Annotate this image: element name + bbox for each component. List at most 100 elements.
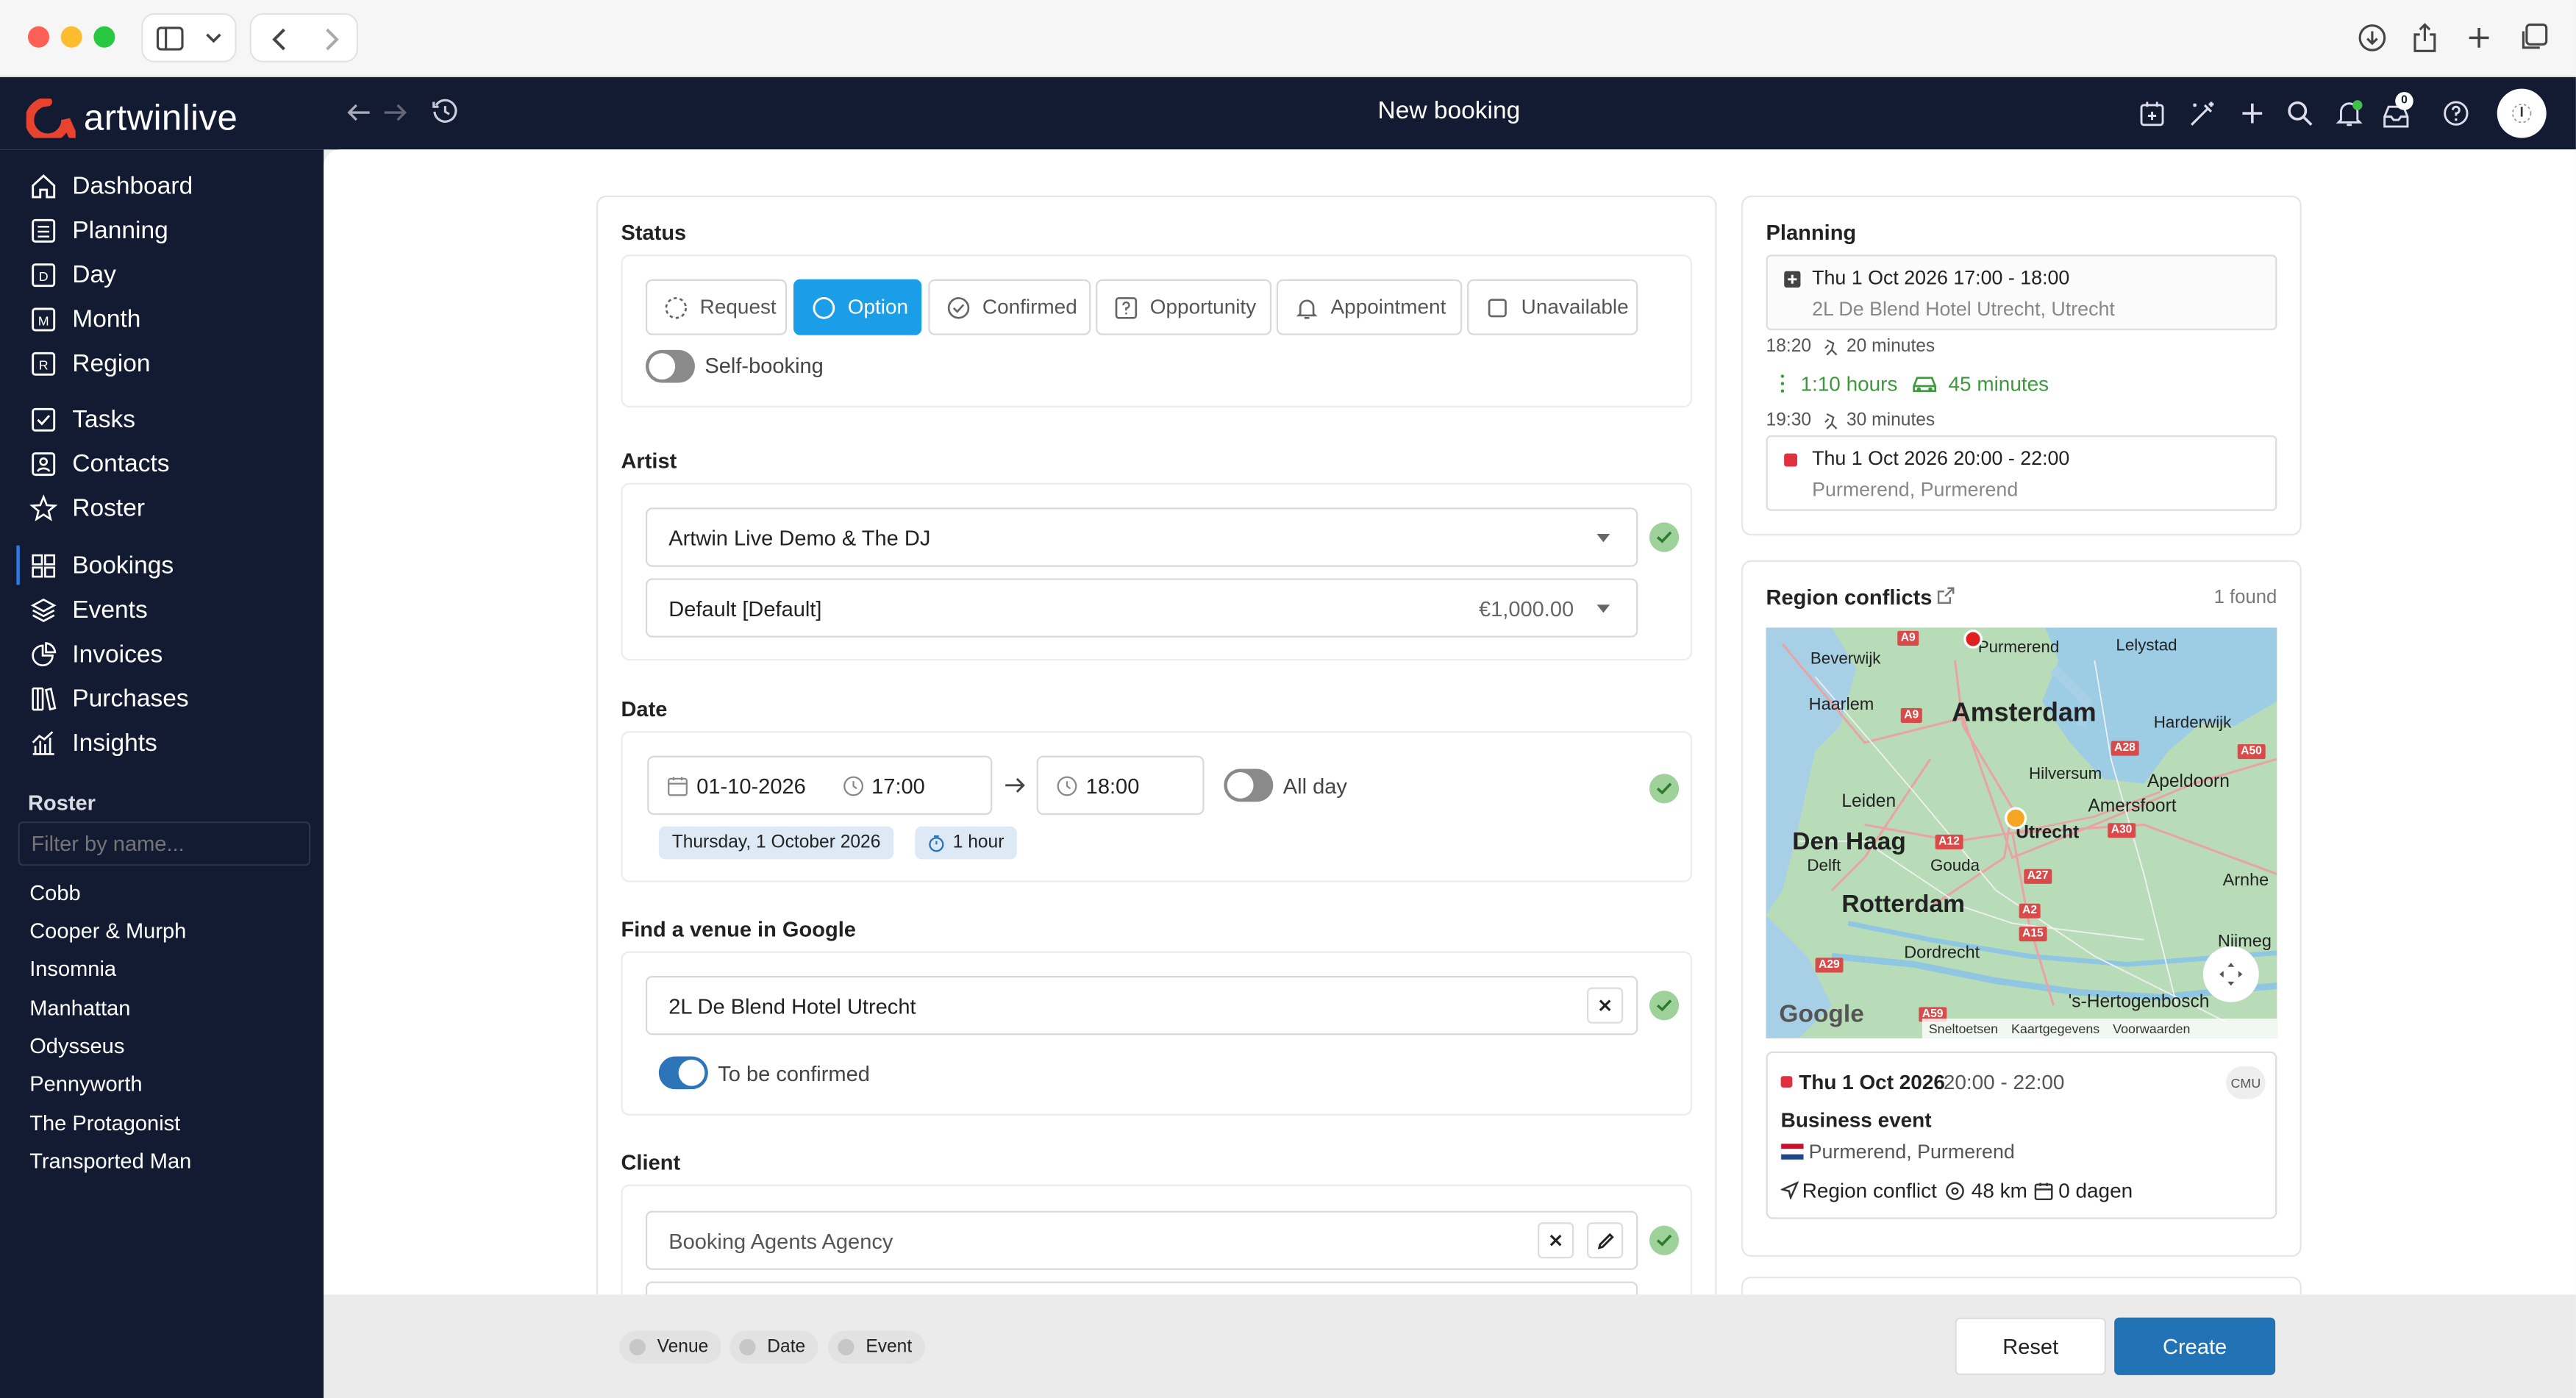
status-option-button[interactable]: Option (793, 279, 922, 335)
duration-chip: 1 hour (915, 826, 1018, 860)
roster-item-manhattan[interactable]: Manhattan (29, 996, 130, 1021)
nav-month[interactable]: M Month (29, 306, 140, 334)
app-logo[interactable]: artwinlive (26, 97, 238, 140)
planning-event-current[interactable]: Thu 1 Oct 2026 17:00 - 18:00 2L De Blend… (1766, 254, 2277, 331)
planning-event-next[interactable]: Thu 1 Oct 2026 20:00 - 22:00 Purmerend, … (1766, 435, 2277, 511)
status-unavailable-button[interactable]: Unavailable (1466, 279, 1638, 335)
conflict-type: Region conflict (1802, 1180, 1937, 1203)
edit-client-button[interactable] (1587, 1222, 1624, 1259)
map-label-purmerend: Purmerend (1977, 639, 2060, 657)
sidebar-toggle-button[interactable] (141, 13, 237, 63)
conflict-location: Purmerend, Purmerend (1808, 1140, 2015, 1163)
roster-item-pennyworth[interactable]: Pennyworth (29, 1071, 142, 1096)
artist-select[interactable]: Artwin Live Demo & The DJ (645, 507, 1638, 567)
status-confirmed-button[interactable]: Confirmed (928, 279, 1091, 335)
toggle-knob (1227, 771, 1254, 799)
gap2-time: 19:30 (1766, 410, 1812, 431)
toggle-knob (649, 353, 676, 380)
logo-text: artwinlive (83, 96, 238, 138)
conflict-marker-icon[interactable] (1961, 627, 1984, 650)
minimize-window-button[interactable] (60, 26, 82, 48)
clear-venue-button[interactable] (1587, 987, 1624, 1024)
nav-purchases[interactable]: Purchases (29, 685, 189, 713)
roster-item-cooper-murph[interactable]: Cooper & Murph (29, 919, 186, 944)
browser-forward-icon[interactable] (324, 28, 340, 51)
nav-events[interactable]: Events (29, 596, 148, 624)
venue-search-input[interactable]: 2L De Blend Hotel Utrecht (645, 975, 1638, 1035)
region-map[interactable]: Beverwijk Purmerend Lelystad Haarlem Ams… (1766, 627, 2277, 1038)
toggle-knob (678, 1059, 705, 1086)
download-icon[interactable] (2354, 20, 2390, 56)
step-indicator (629, 1338, 646, 1356)
roster-item-transported-man[interactable]: Transported Man (29, 1149, 191, 1174)
roster-item-odysseus[interactable]: Odysseus (29, 1033, 124, 1058)
nav-insights[interactable]: Insights (29, 730, 157, 757)
help-icon[interactable] (2443, 100, 2469, 126)
calendar-add-icon[interactable] (2139, 100, 2166, 126)
roster-filter-input[interactable] (18, 821, 311, 866)
end-time-field[interactable]: 18:00 (1036, 755, 1205, 816)
venue-marker-icon[interactable] (2002, 805, 2029, 832)
history-icon[interactable] (432, 99, 459, 125)
status-appointment-button[interactable]: Appointment (1276, 279, 1463, 335)
reset-button[interactable]: Reset (1955, 1317, 2106, 1375)
status-request-button[interactable]: Request (645, 279, 788, 335)
map-terms-link[interactable]: Voorwaarden (2113, 1021, 2190, 1035)
home-icon (32, 174, 56, 199)
venue-step-chip[interactable]: Venue (619, 1330, 722, 1364)
browser-back-icon[interactable] (271, 28, 288, 51)
map-label-dordrecht: Dordrecht (1904, 943, 1980, 963)
netherlands-flag-icon (1780, 1143, 1804, 1160)
conflict-item[interactable]: Thu 1 Oct 2026 20:00 - 22:00 CMU Busines… (1766, 1051, 2277, 1219)
dashed-circle-icon (665, 296, 688, 318)
map-label-arnhem: Arnhe (2222, 871, 2269, 891)
new-tab-icon[interactable] (2461, 20, 2497, 56)
nav-region[interactable]: R Region (29, 350, 151, 378)
start-datetime-field[interactable]: 01-10-2026 17:00 (647, 755, 993, 816)
history-back-icon[interactable] (346, 102, 371, 124)
nav-day[interactable]: D Day (29, 261, 116, 289)
nav-roster[interactable]: Roster (29, 494, 145, 522)
date-step-chip[interactable]: Date (729, 1330, 819, 1364)
clear-client-button[interactable] (1538, 1222, 1574, 1259)
roster-item-insomnia[interactable]: Insomnia (29, 956, 116, 981)
search-icon[interactable] (2287, 100, 2313, 126)
nav-dashboard[interactable]: Dashboard (29, 173, 193, 201)
map-pan-button[interactable] (2202, 946, 2259, 1002)
clock-icon (1057, 775, 1077, 796)
nav-tasks[interactable]: Tasks (29, 406, 135, 434)
venue-valid-check-icon (1649, 991, 1680, 1021)
create-button[interactable]: Create (2114, 1317, 2276, 1375)
magic-wand-icon[interactable] (2188, 100, 2216, 128)
nav-invoices[interactable]: Invoices (29, 641, 163, 668)
history-forward-icon[interactable] (383, 102, 408, 124)
nav-bookings[interactable]: Bookings (29, 552, 174, 580)
to-be-confirmed-toggle[interactable] (658, 1056, 708, 1090)
date-heading: Date (621, 696, 668, 721)
share-icon[interactable] (2407, 20, 2443, 56)
client-select[interactable]: Booking Agents Agency (645, 1210, 1638, 1270)
nav-contacts[interactable]: Contacts (29, 450, 170, 478)
self-booking-toggle[interactable] (645, 349, 695, 383)
map-label-harderwijk: Harderwijk (2153, 714, 2232, 733)
tabs-overview-icon[interactable] (2515, 20, 2551, 56)
active-nav-indicator (16, 545, 20, 585)
user-avatar[interactable] (2497, 88, 2547, 138)
roster-item-the-protagonist[interactable]: The Protagonist (29, 1110, 180, 1135)
roster-item-cobb[interactable]: Cobb (29, 880, 80, 905)
deal-fee: €1,000.00 (1478, 595, 1574, 621)
status-opportunity-button[interactable]: Opportunity (1096, 279, 1272, 335)
add-icon[interactable] (2241, 102, 2263, 125)
check-circle-icon (947, 296, 970, 318)
nav-planning[interactable]: Planning (29, 217, 168, 245)
zoom-window-button[interactable] (93, 26, 115, 48)
map-shortcuts-link[interactable]: Sneltoetsen (1929, 1021, 1998, 1035)
map-data-link[interactable]: Kaartgegevens (2011, 1021, 2099, 1035)
notifications-icon[interactable] (2335, 99, 2364, 128)
external-link-icon[interactable] (1937, 587, 1955, 605)
inbox-button[interactable]: 0 (2382, 92, 2415, 132)
all-day-toggle[interactable] (1224, 768, 1274, 802)
event-step-chip[interactable]: Event (827, 1330, 926, 1364)
deal-select[interactable]: Default [Default] €1,000.00 (645, 578, 1638, 638)
close-window-button[interactable] (27, 26, 50, 48)
